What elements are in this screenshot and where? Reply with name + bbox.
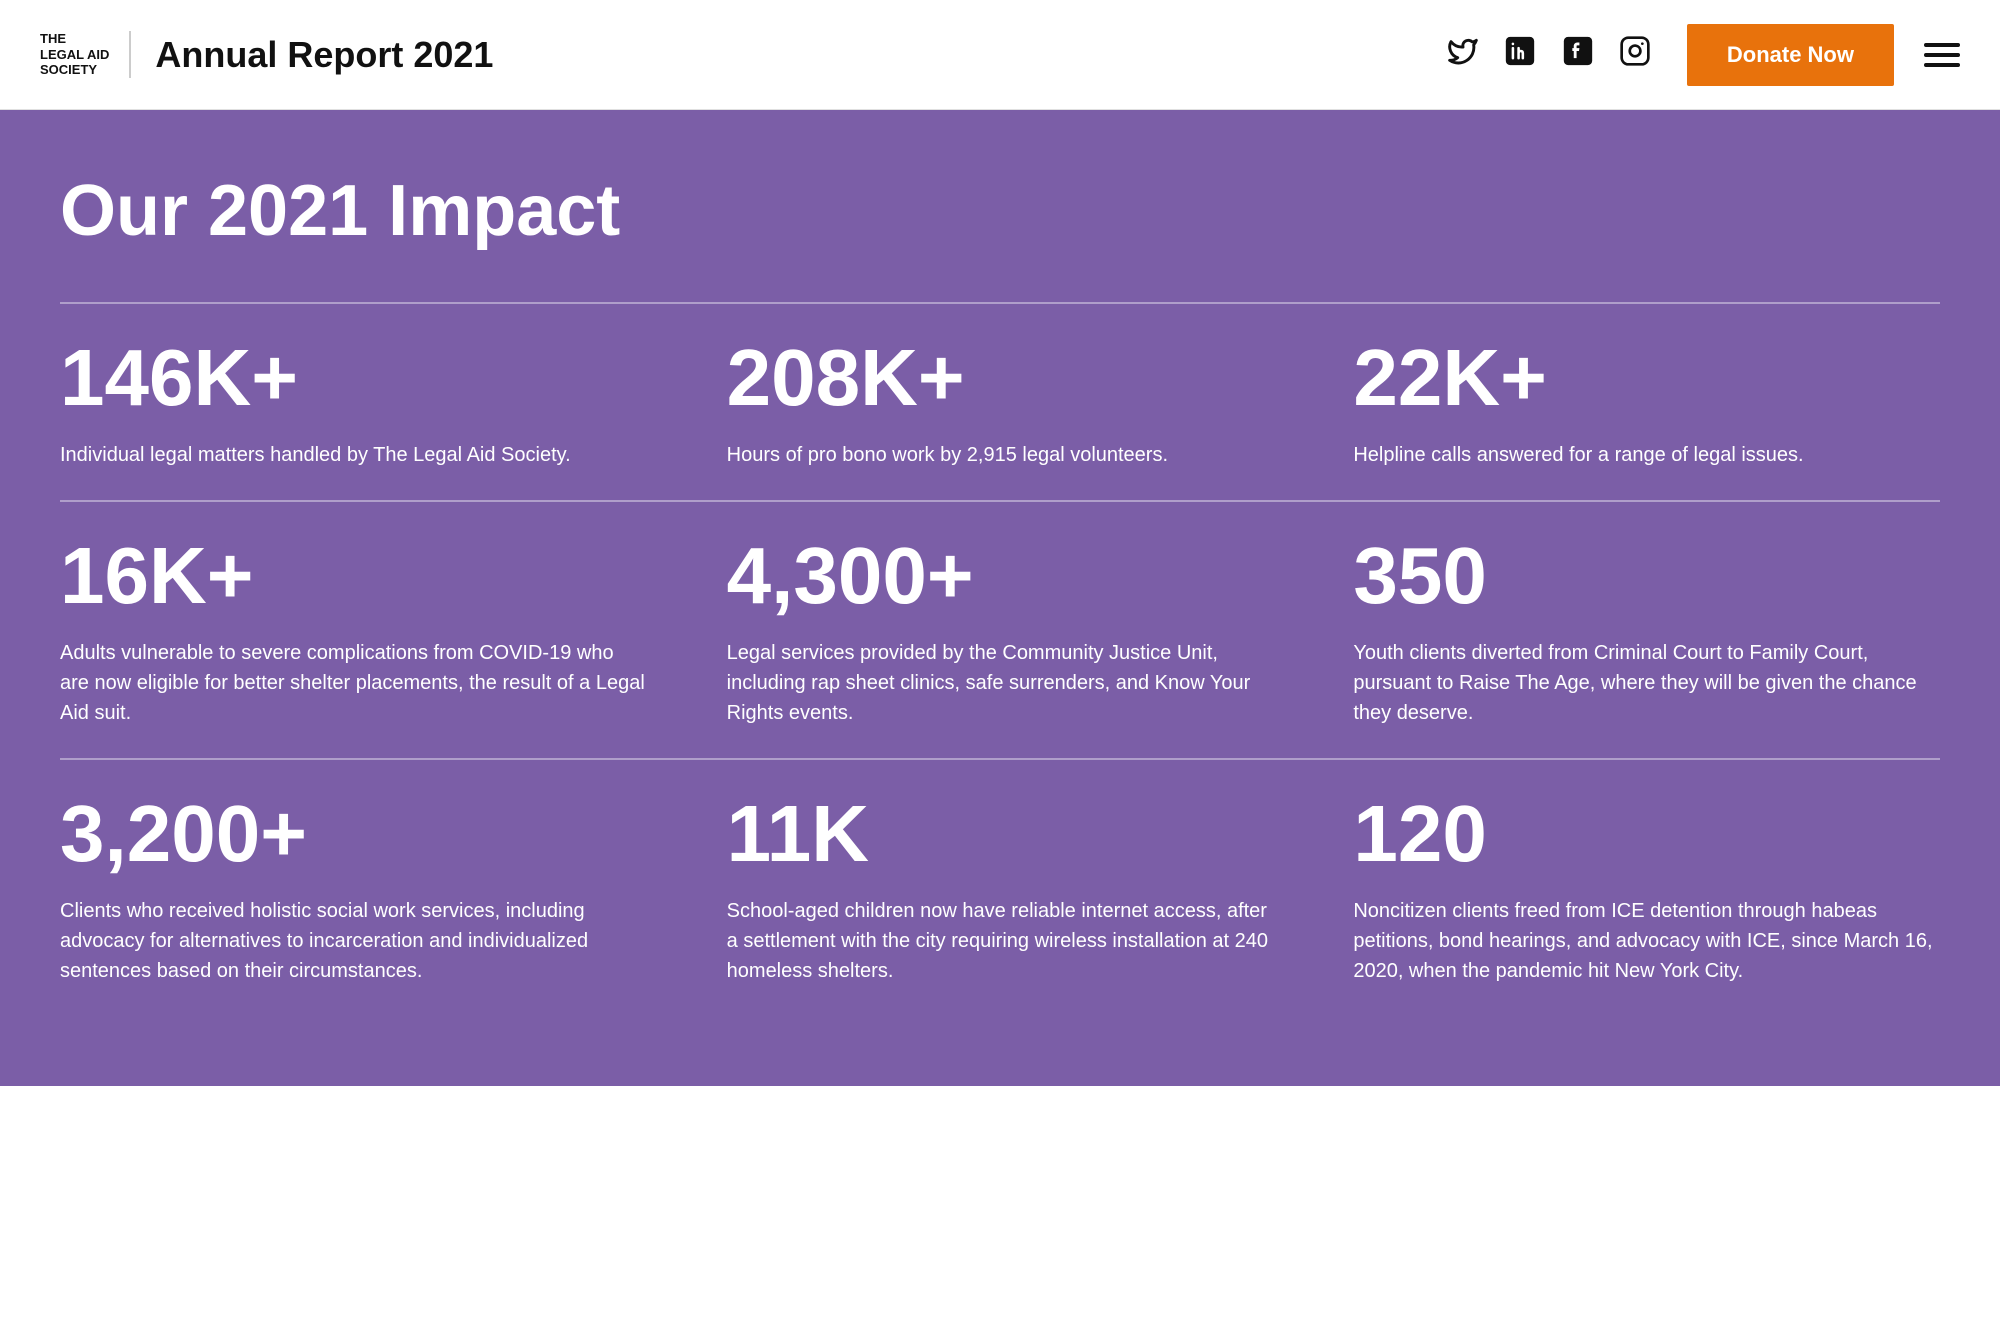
social-icons-group (1447, 34, 1651, 76)
stat-number-3: 16K+ (60, 532, 647, 620)
donate-button[interactable]: Donate Now (1687, 24, 1894, 86)
site-header: THE LEGAL AID SOCIETY Annual Report 2021 (0, 0, 2000, 110)
hamburger-line-2 (1924, 53, 1960, 57)
stat-cell-5: 350 Youth clients diverted from Criminal… (1313, 500, 1940, 758)
linkedin-icon[interactable] (1503, 34, 1537, 76)
stat-cell-1: 208K+ Hours of pro bono work by 2,915 le… (687, 302, 1314, 500)
stat-desc-8: Noncitizen clients freed from ICE detent… (1353, 896, 1940, 986)
stat-cell-4: 4,300+ Legal services provided by the Co… (687, 500, 1314, 758)
stat-desc-5: Youth clients diverted from Criminal Cou… (1353, 638, 1940, 728)
twitter-icon[interactable] (1447, 35, 1479, 75)
logo-block: THE LEGAL AID SOCIETY (40, 31, 131, 78)
stat-cell-3: 16K+ Adults vulnerable to severe complic… (60, 500, 687, 758)
stat-desc-3: Adults vulnerable to severe complication… (60, 638, 647, 728)
stat-number-4: 4,300+ (727, 532, 1274, 620)
stat-number-1: 208K+ (727, 334, 1274, 422)
stat-number-7: 11K (727, 790, 1274, 878)
stat-cell-8: 120 Noncitizen clients freed from ICE de… (1313, 758, 1940, 1016)
stat-desc-0: Individual legal matters handled by The … (60, 440, 647, 470)
instagram-icon[interactable] (1619, 35, 1651, 75)
stat-number-5: 350 (1353, 532, 1940, 620)
impact-title: Our 2021 Impact (60, 170, 1940, 252)
stat-number-8: 120 (1353, 790, 1940, 878)
stats-grid: 146K+ Individual legal matters handled b… (60, 302, 1940, 1016)
hamburger-line-3 (1924, 63, 1960, 67)
stat-cell-0: 146K+ Individual legal matters handled b… (60, 302, 687, 500)
hamburger-line-1 (1924, 43, 1960, 47)
org-logo: THE LEGAL AID SOCIETY (40, 31, 131, 78)
stat-number-2: 22K+ (1353, 334, 1940, 422)
stat-desc-4: Legal services provided by the Community… (727, 638, 1274, 728)
facebook-icon[interactable] (1561, 34, 1595, 76)
report-title: Annual Report 2021 (155, 34, 493, 76)
stat-cell-2: 22K+ Helpline calls answered for a range… (1313, 302, 1940, 500)
stat-cell-6: 3,200+ Clients who received holistic soc… (60, 758, 687, 1016)
impact-section: Our 2021 Impact 146K+ Individual legal m… (0, 110, 2000, 1086)
stat-desc-7: School-aged children now have reliable i… (727, 896, 1274, 986)
stat-desc-2: Helpline calls answered for a range of l… (1353, 440, 1940, 470)
stat-number-0: 146K+ (60, 334, 647, 422)
hamburger-menu[interactable] (1924, 43, 1960, 67)
stat-desc-1: Hours of pro bono work by 2,915 legal vo… (727, 440, 1274, 470)
stat-cell-7: 11K School-aged children now have reliab… (687, 758, 1314, 1016)
stat-number-6: 3,200+ (60, 790, 647, 878)
stat-desc-6: Clients who received holistic social wor… (60, 896, 647, 986)
